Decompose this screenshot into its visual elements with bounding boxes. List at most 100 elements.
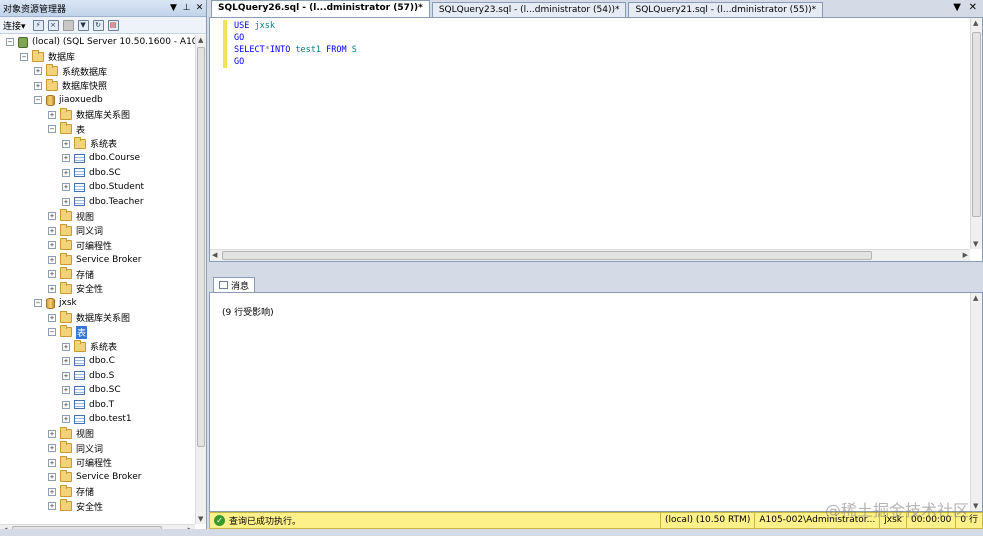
tree-node[interactable]: + 系统表 [0, 136, 195, 152]
expand-icon[interactable]: + [62, 342, 70, 351]
expand-icon[interactable]: + [34, 67, 42, 76]
tree-node[interactable]: − (local) (SQL Server 10.50.1600 - A105-0… [0, 35, 195, 50]
tree-node[interactable]: + dbo.Teacher [0, 195, 195, 210]
tree-node[interactable]: + 数据库关系图 [0, 107, 195, 123]
tree-node[interactable]: − 表 [0, 122, 195, 137]
close-icon[interactable]: ✕ [193, 3, 206, 13]
disconnect-icon[interactable]: × [47, 19, 59, 31]
expand-icon[interactable]: + [48, 226, 56, 235]
collapse-icon[interactable]: − [48, 328, 56, 337]
expand-icon[interactable]: + [62, 183, 70, 192]
tree-node[interactable]: + Service Broker [0, 470, 195, 485]
expand-icon[interactable]: + [34, 81, 42, 90]
expand-icon[interactable]: + [48, 212, 56, 221]
expand-icon[interactable]: + [48, 487, 56, 496]
filter-icon[interactable]: ▼ [77, 19, 89, 31]
panel-dropdown-icon[interactable]: ▼ [167, 3, 180, 13]
scroll-right-icon[interactable]: ▶ [963, 251, 968, 259]
tree-node[interactable]: + 数据库快照 [0, 78, 195, 94]
tree-node[interactable]: + 同义词 [0, 223, 195, 239]
tree-node[interactable]: + Service Broker [0, 252, 195, 268]
scrollbar-thumb[interactable] [972, 32, 981, 217]
expand-icon[interactable]: + [48, 458, 56, 467]
tree-node[interactable]: + dbo.test1 [0, 412, 195, 427]
scrollbar-thumb[interactable] [197, 47, 205, 447]
expand-icon[interactable]: + [62, 154, 70, 163]
tree-node[interactable]: + 安全性 [0, 499, 195, 514]
refresh-icon[interactable]: ↻ [92, 19, 104, 31]
pin-icon[interactable]: ⊥ [180, 3, 193, 13]
expand-icon[interactable]: + [62, 168, 70, 177]
tree-node[interactable]: + 同义词 [0, 441, 195, 456]
close-tab-icon[interactable]: ✕ [969, 2, 977, 13]
scroll-down-icon[interactable]: ▼ [973, 240, 978, 248]
tree-node[interactable]: − 数据库 [0, 49, 195, 65]
tree-node[interactable]: + dbo.SC [0, 383, 195, 398]
expand-icon[interactable]: + [48, 270, 56, 279]
tree-node[interactable]: − jxsk [0, 296, 195, 311]
expand-icon[interactable]: + [62, 197, 70, 206]
sql-code[interactable]: USE jxsk GO SELECT*INTO test1 FROM S GO [234, 20, 357, 68]
tree-node[interactable]: + 视图 [0, 209, 195, 224]
collapse-icon[interactable]: − [6, 38, 14, 47]
expand-icon[interactable]: + [48, 502, 56, 511]
expand-icon[interactable]: + [48, 241, 56, 250]
tree-node[interactable]: − jiaoxuedb [0, 93, 195, 108]
expand-icon[interactable]: + [62, 371, 70, 380]
tree-node[interactable]: + dbo.Course [0, 151, 195, 166]
expand-icon[interactable]: + [62, 400, 70, 409]
expand-icon[interactable]: + [48, 429, 56, 438]
expand-icon[interactable]: + [62, 415, 70, 424]
connect-icon[interactable]: ⚡ [32, 19, 44, 31]
stop-icon[interactable] [62, 19, 74, 31]
tree-node[interactable]: + 存储 [0, 267, 195, 282]
editor-vertical-scrollbar[interactable]: ▲ ▼ [970, 18, 982, 249]
expand-icon[interactable]: + [48, 110, 56, 119]
expand-icon[interactable]: + [48, 284, 56, 293]
tab-sqlquery23[interactable]: SQLQuery23.sql - (l...dministrator (54))… [431, 2, 627, 17]
tree-node[interactable]: + dbo.S [0, 369, 195, 384]
tab-messages[interactable]: 消息 [213, 277, 256, 292]
scroll-left-icon[interactable]: ◀ [212, 251, 217, 259]
scroll-up-icon[interactable]: ▲ [198, 36, 203, 44]
report-icon[interactable]: ▤ [107, 19, 119, 31]
object-explorer-vertical-scrollbar[interactable]: ▲ ▼ [195, 35, 206, 524]
expand-icon[interactable]: + [48, 255, 56, 264]
scroll-up-icon[interactable]: ▲ [973, 19, 978, 27]
expand-icon[interactable]: + [48, 313, 56, 322]
collapse-icon[interactable]: − [34, 299, 42, 308]
tree-node[interactable]: + dbo.SC [0, 166, 195, 181]
tree-node[interactable]: + dbo.C [0, 354, 195, 369]
scroll-up-icon[interactable]: ▲ [973, 294, 978, 302]
messages-vertical-scrollbar[interactable]: ▲ ▼ [970, 293, 982, 511]
tree-node[interactable]: + 可编程性 [0, 238, 195, 253]
tree-node[interactable]: + 存储 [0, 484, 195, 500]
tree-node[interactable]: + 系统数据库 [0, 64, 195, 79]
collapse-icon[interactable]: − [34, 96, 42, 105]
messages-pane[interactable]: (9 行受影响) ▲ ▼ [209, 292, 983, 512]
tab-sqlquery21[interactable]: SQLQuery21.sql - (l...dministrator (55))… [628, 2, 824, 17]
tree-node[interactable]: + 可编程性 [0, 455, 195, 471]
expand-icon[interactable]: + [48, 473, 56, 482]
pane-splitter[interactable] [209, 262, 983, 277]
tree-node[interactable]: − 表 [0, 325, 195, 340]
expand-icon[interactable]: + [62, 357, 70, 366]
tree-node[interactable]: + 系统表 [0, 339, 195, 355]
scrollbar-thumb[interactable] [222, 251, 872, 260]
tree-node[interactable]: + 安全性 [0, 281, 195, 297]
expand-icon[interactable]: + [62, 386, 70, 395]
tree-node[interactable]: + 视图 [0, 426, 195, 442]
scroll-down-icon[interactable]: ▼ [198, 515, 203, 523]
collapse-icon[interactable]: − [48, 125, 56, 134]
tab-sqlquery26[interactable]: SQLQuery26.sql - (l...dministrator (57))… [211, 0, 430, 17]
expand-icon[interactable]: + [62, 139, 70, 148]
tab-list-dropdown-icon[interactable]: ▼ [953, 2, 961, 13]
sql-editor[interactable]: USE jxsk GO SELECT*INTO test1 FROM S GO ▲ ▼… [209, 17, 983, 262]
tree-node[interactable]: + 数据库关系图 [0, 310, 195, 326]
editor-horizontal-scrollbar[interactable]: ◀ ▶ [210, 249, 970, 261]
collapse-icon[interactable]: − [20, 52, 28, 61]
scroll-down-icon[interactable]: ▼ [973, 502, 978, 510]
connect-button[interactable]: 连接▾ [3, 19, 26, 32]
expand-icon[interactable]: + [48, 444, 56, 453]
tree-node[interactable]: + dbo.T [0, 398, 195, 413]
